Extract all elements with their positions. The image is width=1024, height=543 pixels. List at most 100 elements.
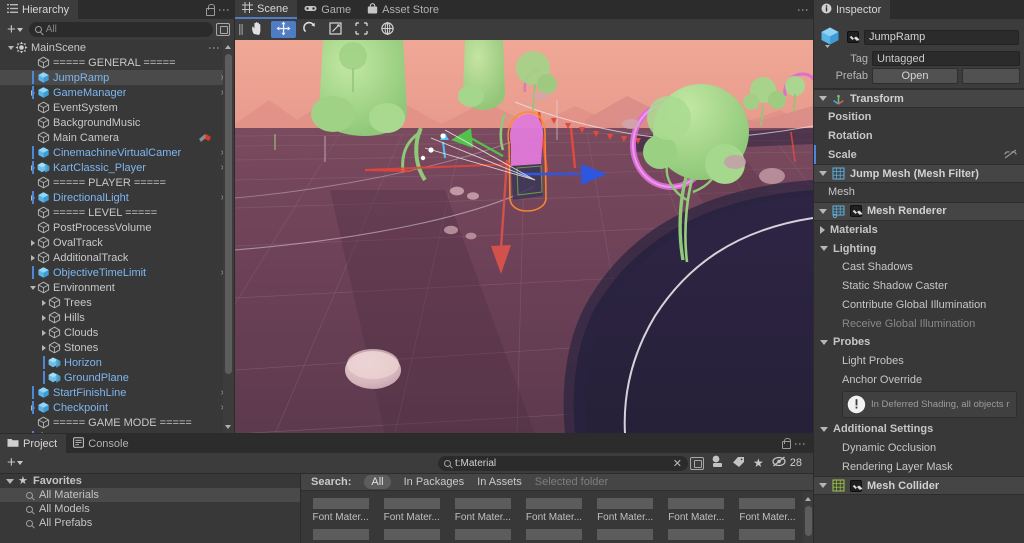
property-additional-settings[interactable]: Additional Settings bbox=[814, 420, 1024, 439]
hand-tool[interactable] bbox=[245, 21, 270, 38]
hierarchy-item-horizon[interactable]: Horizon bbox=[0, 355, 234, 370]
hierarchy-item-cinemachinevirtualcamer[interactable]: CinemachineVirtualCamer› bbox=[0, 145, 234, 160]
asset-grid-item[interactable] bbox=[661, 523, 732, 540]
object-enabled-checkbox[interactable] bbox=[847, 31, 859, 43]
add-gameobject-button[interactable]: + bbox=[4, 24, 26, 36]
property-mesh[interactable]: Mesh bbox=[814, 183, 1024, 202]
lock-icon[interactable] bbox=[780, 437, 791, 449]
prefab-open-button[interactable]: Open bbox=[872, 68, 958, 84]
property-light-probes[interactable]: Light Probes bbox=[814, 352, 1024, 371]
filter-option-all[interactable]: All bbox=[364, 475, 390, 489]
asset-grid-item[interactable] bbox=[518, 523, 589, 540]
hierarchy-tree[interactable]: MainScene⋮ ===== GENERAL ===== JumpRamp›… bbox=[0, 40, 234, 434]
filter-option-selected-folder[interactable]: Selected folder bbox=[535, 476, 608, 488]
component-enabled-checkbox[interactable] bbox=[850, 205, 862, 217]
asset-grid-item[interactable]: Font Mater... bbox=[376, 492, 447, 523]
tab-scene[interactable]: Scene bbox=[235, 0, 297, 19]
chevron-right-icon[interactable] bbox=[28, 240, 37, 246]
property-static-shadow-caster[interactable]: Static Shadow Caster bbox=[814, 277, 1024, 296]
tab-project[interactable]: Project bbox=[0, 434, 66, 453]
chevron-down-icon[interactable] bbox=[820, 427, 828, 432]
hierarchy-item-backgroundmusic[interactable]: BackgroundMusic bbox=[0, 115, 234, 130]
asset-grid-item[interactable] bbox=[447, 523, 518, 540]
close-icon[interactable]: ✕ bbox=[673, 457, 682, 470]
project-tree-item-all-models[interactable]: All Models bbox=[0, 502, 300, 516]
component-header-mesh-renderer[interactable]: Mesh Renderer bbox=[814, 202, 1024, 221]
asset-grid-item[interactable] bbox=[376, 523, 447, 540]
component-header-mesh-collider[interactable]: Mesh Collider bbox=[814, 476, 1024, 495]
prefab-select-button[interactable] bbox=[962, 68, 1020, 84]
asset-grid-item[interactable]: Font Mater... bbox=[732, 492, 803, 523]
kebab-menu-icon[interactable]: ⋮ bbox=[210, 42, 218, 53]
label-filter-icon[interactable] bbox=[732, 455, 745, 471]
hidden-packages-icon[interactable] bbox=[772, 455, 787, 471]
save-search-icon[interactable] bbox=[690, 457, 704, 470]
property-anchor-override[interactable]: Anchor Override bbox=[814, 370, 1024, 389]
hierarchy-item-environment[interactable]: Environment bbox=[0, 280, 234, 295]
chevron-down-icon[interactable] bbox=[6, 479, 14, 484]
hierarchy-item-jumpramp[interactable]: JumpRamp› bbox=[0, 70, 234, 85]
chevron-right-icon[interactable] bbox=[39, 300, 48, 306]
hierarchy-item-gamemanager[interactable]: GameManager› bbox=[0, 85, 234, 100]
project-search-input[interactable]: t:Material ✕ bbox=[438, 456, 688, 471]
hierarchy-item-startfinishline[interactable]: StartFinishLine› bbox=[0, 385, 234, 400]
hierarchy-item-player[interactable]: ===== PLAYER ===== bbox=[0, 175, 234, 190]
move-tool[interactable] bbox=[271, 21, 296, 38]
chevron-right-icon[interactable] bbox=[39, 315, 48, 321]
transform-tool[interactable] bbox=[375, 21, 400, 38]
project-tree[interactable]: ★FavoritesAll MaterialsAll ModelsAll Pre… bbox=[0, 474, 300, 543]
chevron-down-icon[interactable] bbox=[819, 483, 827, 488]
hierarchy-item-level[interactable]: ===== LEVEL ===== bbox=[0, 205, 234, 220]
asset-grid-item[interactable] bbox=[305, 523, 376, 540]
link-off-icon[interactable] bbox=[1004, 149, 1017, 160]
chevron-down-icon[interactable] bbox=[28, 286, 37, 290]
hierarchy-item-stones[interactable]: Stones bbox=[0, 340, 234, 355]
rect-tool[interactable] bbox=[349, 21, 374, 38]
component-enabled-checkbox[interactable] bbox=[850, 480, 862, 492]
project-asset-grid[interactable]: Font Mater...Font Mater...Font Mater...F… bbox=[301, 492, 803, 543]
scroll-up-arrow-icon[interactable] bbox=[805, 493, 812, 505]
property-lighting[interactable]: Lighting bbox=[814, 239, 1024, 258]
asset-grid-item[interactable] bbox=[590, 523, 661, 540]
tab-game[interactable]: Game bbox=[297, 0, 360, 19]
create-asset-button[interactable]: + bbox=[4, 457, 26, 469]
hierarchy-item-trees[interactable]: Trees bbox=[0, 295, 234, 310]
tab-console[interactable]: Console bbox=[66, 434, 137, 453]
asset-grid-item[interactable]: Font Mater... bbox=[305, 492, 376, 523]
hierarchy-item-eventsystem[interactable]: EventSystem bbox=[0, 100, 234, 115]
hierarchy-item-postprocessvolume[interactable]: PostProcessVolume bbox=[0, 220, 234, 235]
chevron-right-icon[interactable] bbox=[820, 226, 825, 234]
hierarchy-item-objectivetimelimit[interactable]: ObjectiveTimeLimit› bbox=[0, 265, 234, 280]
hierarchy-item-mainscene[interactable]: MainScene⋮ bbox=[0, 40, 234, 55]
kebab-menu-icon[interactable]: ⋮ bbox=[796, 438, 804, 449]
hierarchy-item-directionallight[interactable]: DirectionalLight› bbox=[0, 190, 234, 205]
asset-grid-item[interactable]: Font Mater... bbox=[590, 492, 661, 523]
asset-grid-item[interactable]: Font Mater... bbox=[447, 492, 518, 523]
rotate-tool[interactable] bbox=[297, 21, 322, 38]
chevron-right-icon[interactable] bbox=[39, 330, 48, 336]
chevron-down-icon[interactable] bbox=[820, 246, 828, 251]
asset-grid-item[interactable]: Font Mater... bbox=[661, 492, 732, 523]
property-probes[interactable]: Probes bbox=[814, 333, 1024, 352]
hierarchy-scrollbar[interactable] bbox=[223, 40, 234, 434]
property-dynamic-occlusion[interactable]: Dynamic Occlusion bbox=[814, 439, 1024, 458]
hierarchy-item-additionaltrack[interactable]: AdditionalTrack bbox=[0, 250, 234, 265]
chevron-down-icon[interactable] bbox=[819, 171, 827, 176]
component-header-transform[interactable]: Transform bbox=[814, 89, 1024, 108]
filter-option-in-assets[interactable]: In Assets bbox=[477, 476, 522, 488]
hierarchy-item-clouds[interactable]: Clouds bbox=[0, 325, 234, 340]
hierarchy-item-game-mode[interactable]: ===== GAME MODE ===== bbox=[0, 415, 234, 430]
chevron-down-icon[interactable] bbox=[819, 96, 827, 101]
hierarchy-search-input[interactable]: All bbox=[29, 22, 213, 37]
hierarchy-item-main-camera[interactable]: Main Camera bbox=[0, 130, 234, 145]
project-tree-item-all-materials[interactable]: All Materials bbox=[0, 488, 300, 502]
kebab-menu-icon[interactable]: ⋮ bbox=[799, 4, 807, 15]
prefab-cube-icon[interactable] bbox=[820, 26, 842, 48]
hierarchy-item-hills[interactable]: Hills bbox=[0, 310, 234, 325]
hierarchy-item-general[interactable]: ===== GENERAL ===== bbox=[0, 55, 234, 70]
scene-viewport[interactable] bbox=[235, 40, 813, 434]
component-header-jump-mesh-mesh-filter[interactable]: Jump Mesh (Mesh Filter) bbox=[814, 164, 1024, 183]
tab-inspector[interactable]: Inspector bbox=[814, 0, 890, 19]
property-position[interactable]: Position bbox=[814, 108, 1024, 127]
chevron-down-icon[interactable] bbox=[819, 209, 827, 214]
